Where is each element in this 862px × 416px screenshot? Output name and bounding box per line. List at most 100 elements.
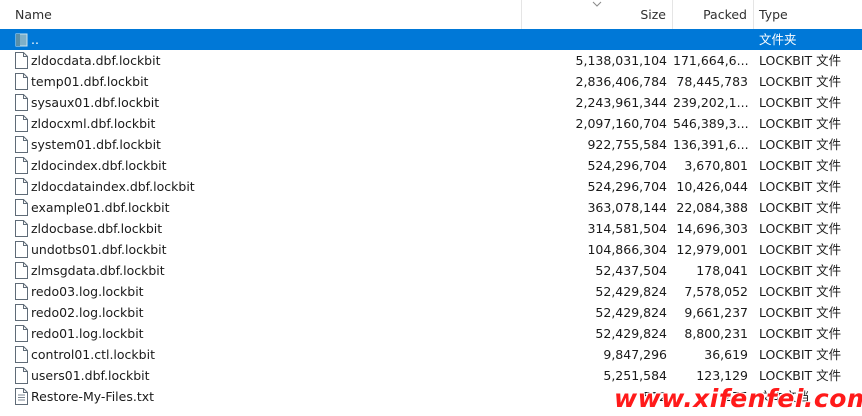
file-list: .. 文件夹 zldocdata.dbf.lockbit 5,138,031,10… bbox=[0, 29, 862, 407]
file-icon bbox=[15, 220, 28, 237]
file-name: redo03.log.lockbit bbox=[31, 284, 144, 299]
file-size: 2,097,160,704 bbox=[575, 116, 667, 131]
file-size: 524,296,704 bbox=[587, 179, 667, 194]
file-size: 52,437,504 bbox=[595, 263, 667, 278]
file-name: redo02.log.lockbit bbox=[31, 305, 144, 320]
file-type: LOCKBIT 文件 bbox=[759, 95, 842, 110]
file-name: control01.ctl.lockbit bbox=[31, 347, 155, 362]
file-name: temp01.dbf.lockbit bbox=[31, 74, 149, 89]
file-type: 文件夹 bbox=[759, 32, 797, 47]
watermark: www.xifenfei.com bbox=[614, 384, 862, 413]
file-packed-size: 36,619 bbox=[704, 347, 748, 362]
file-type: LOCKBIT 文件 bbox=[759, 200, 842, 215]
file-packed-size: 9,661,237 bbox=[684, 305, 748, 320]
file-icon bbox=[15, 199, 28, 216]
file-icon bbox=[15, 346, 28, 363]
file-icon bbox=[15, 367, 28, 384]
file-row[interactable]: sysaux01.dbf.lockbit 2,243,961,344 239,202… bbox=[0, 92, 862, 113]
file-name: system01.dbf.lockbit bbox=[31, 137, 161, 152]
file-row[interactable]: zldocindex.dbf.lockbit 524,296,704 3,670,8… bbox=[0, 155, 862, 176]
file-size: 104,866,304 bbox=[587, 242, 667, 257]
file-icon bbox=[15, 136, 28, 153]
file-name: zldocdata.dbf.lockbit bbox=[31, 53, 161, 68]
file-name: users01.dbf.lockbit bbox=[31, 368, 150, 383]
file-size: 52,429,824 bbox=[595, 326, 667, 341]
file-row[interactable]: zldocbase.dbf.lockbit 314,581,504 14,696,3… bbox=[0, 218, 862, 239]
column-header-packed[interactable]: Packed bbox=[673, 0, 754, 30]
file-size: 9,847,296 bbox=[603, 347, 667, 362]
file-row[interactable]: redo01.log.lockbit 52,429,824 8,800,231 LOC… bbox=[0, 323, 862, 344]
file-size: 922,755,584 bbox=[587, 137, 667, 152]
column-header-size[interactable]: Size bbox=[522, 0, 673, 30]
file-type: LOCKBIT 文件 bbox=[759, 221, 842, 236]
file-type: LOCKBIT 文件 bbox=[759, 116, 842, 131]
file-type: LOCKBIT 文件 bbox=[759, 179, 842, 194]
file-name: undotbs01.dbf.lockbit bbox=[31, 242, 167, 257]
file-type: LOCKBIT 文件 bbox=[759, 284, 842, 299]
file-icon bbox=[15, 52, 28, 69]
text-file-icon bbox=[15, 388, 28, 405]
file-name: zlmsgdata.dbf.lockbit bbox=[31, 263, 165, 278]
file-type: LOCKBIT 文件 bbox=[759, 263, 842, 278]
file-packed-size: 7,578,052 bbox=[684, 284, 748, 299]
file-type: LOCKBIT 文件 bbox=[759, 347, 842, 362]
file-size: 52,429,824 bbox=[595, 284, 667, 299]
column-header: Name Size Packed Type bbox=[0, 0, 862, 31]
file-type: LOCKBIT 文件 bbox=[759, 158, 842, 173]
file-packed-size: 8,800,231 bbox=[684, 326, 748, 341]
file-row[interactable]: zldocdataindex.dbf.lockbit 524,296,704 10,… bbox=[0, 176, 862, 197]
file-row[interactable]: zldocxml.dbf.lockbit 2,097,160,704 546,389… bbox=[0, 113, 862, 134]
file-packed-size: 178,041 bbox=[696, 263, 748, 278]
file-size: 2,243,961,344 bbox=[575, 95, 667, 110]
file-packed-size: 171,664,6... bbox=[673, 53, 748, 68]
file-packed-size: 12,979,001 bbox=[676, 242, 748, 257]
file-size: 524,296,704 bbox=[587, 158, 667, 173]
file-row[interactable]: system01.dbf.lockbit 922,755,584 136,391,6… bbox=[0, 134, 862, 155]
file-packed-size: 546,389,3... bbox=[673, 116, 748, 131]
file-row[interactable]: zldocdata.dbf.lockbit 5,138,031,104 171,66… bbox=[0, 50, 862, 71]
file-packed-size: 14,696,303 bbox=[676, 221, 748, 236]
file-type: LOCKBIT 文件 bbox=[759, 53, 842, 68]
file-icon bbox=[15, 304, 28, 321]
file-type: LOCKBIT 文件 bbox=[759, 326, 842, 341]
file-icon bbox=[15, 115, 28, 132]
file-name: sysaux01.dbf.lockbit bbox=[31, 95, 160, 110]
file-row[interactable]: temp01.dbf.lockbit 2,836,406,784 78,445,78… bbox=[0, 71, 862, 92]
file-icon bbox=[15, 178, 28, 195]
file-icon bbox=[15, 157, 28, 174]
file-size: 2,836,406,784 bbox=[575, 74, 667, 89]
file-type: LOCKBIT 文件 bbox=[759, 74, 842, 89]
column-header-name[interactable]: Name bbox=[0, 0, 522, 30]
file-row[interactable]: control01.ctl.lockbit 9,847,296 36,619 LOCK… bbox=[0, 344, 862, 365]
file-icon bbox=[15, 94, 28, 111]
file-size: 5,138,031,104 bbox=[575, 53, 667, 68]
file-packed-size: 136,391,6... bbox=[673, 137, 748, 152]
file-name: zldocxml.dbf.lockbit bbox=[31, 116, 156, 131]
file-icon bbox=[15, 241, 28, 258]
file-size: 314,581,504 bbox=[587, 221, 667, 236]
file-packed-size: 22,084,388 bbox=[676, 200, 748, 215]
file-name: Restore-My-Files.txt bbox=[31, 389, 155, 404]
file-name: .. bbox=[31, 32, 39, 47]
file-name: zldocindex.dbf.lockbit bbox=[31, 158, 167, 173]
file-row[interactable]: zlmsgdata.dbf.lockbit 52,437,504 178,041 LO… bbox=[0, 260, 862, 281]
column-header-type[interactable]: Type bbox=[754, 0, 862, 30]
file-row[interactable]: redo03.log.lockbit 52,429,824 7,578,052 LOC… bbox=[0, 281, 862, 302]
file-type: LOCKBIT 文件 bbox=[759, 137, 842, 152]
parent-folder-icon bbox=[15, 33, 28, 47]
file-name: example01.dbf.lockbit bbox=[31, 200, 170, 215]
file-name: redo01.log.lockbit bbox=[31, 326, 144, 341]
file-row[interactable]: example01.dbf.lockbit 363,078,144 22,084,3… bbox=[0, 197, 862, 218]
file-size: 363,078,144 bbox=[587, 200, 667, 215]
parent-folder-row[interactable]: .. 文件夹 bbox=[0, 29, 862, 50]
file-name: zldocbase.dbf.lockbit bbox=[31, 221, 163, 236]
file-icon bbox=[15, 262, 28, 279]
file-row[interactable]: redo02.log.lockbit 52,429,824 9,661,237 LOC… bbox=[0, 302, 862, 323]
file-type: LOCKBIT 文件 bbox=[759, 242, 842, 257]
file-icon bbox=[15, 73, 28, 90]
file-icon bbox=[15, 325, 28, 342]
file-packed-size: 10,426,044 bbox=[676, 179, 748, 194]
file-packed-size: 239,202,1... bbox=[673, 95, 748, 110]
file-row[interactable]: undotbs01.dbf.lockbit 104,866,304 12,979,0… bbox=[0, 239, 862, 260]
file-packed-size: 78,445,783 bbox=[676, 74, 748, 89]
